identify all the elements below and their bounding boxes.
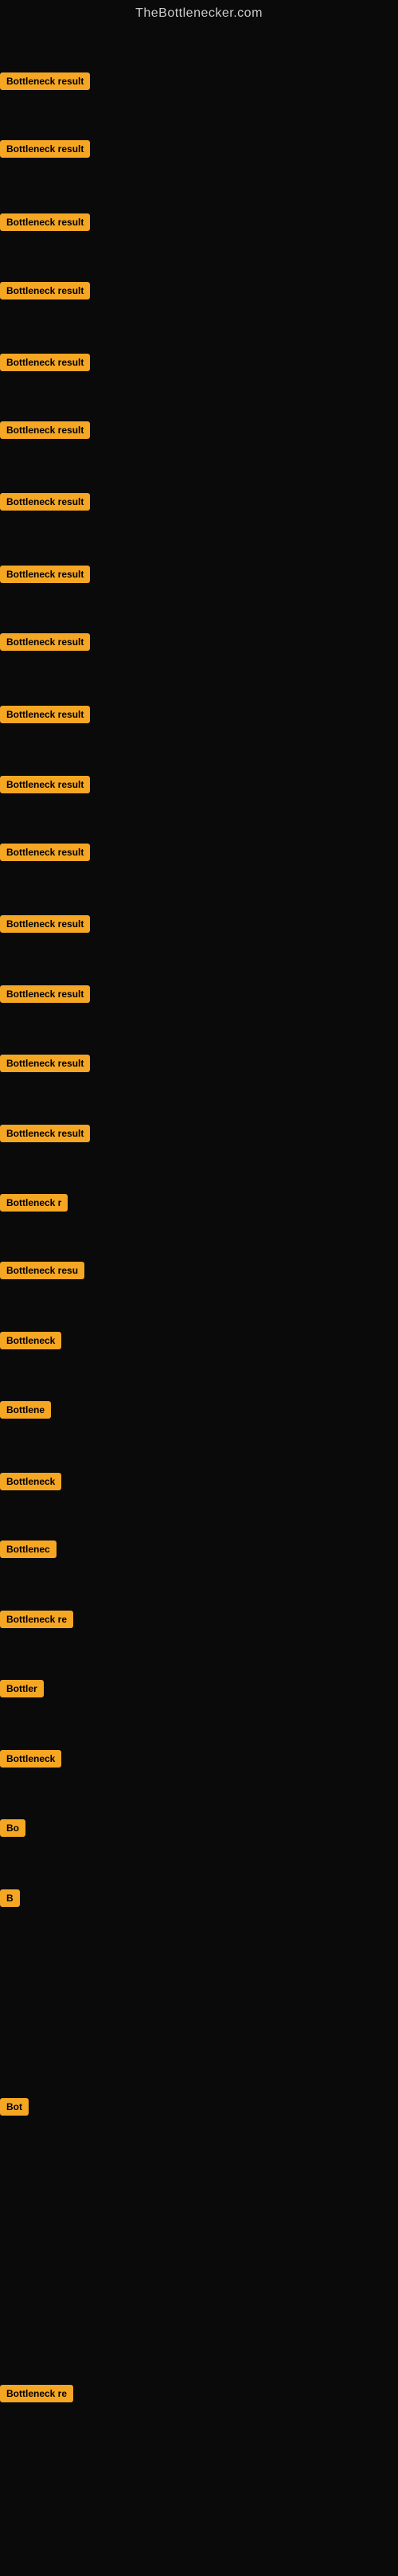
bottleneck-badge: Bottleneck result — [0, 72, 90, 90]
bottleneck-result-item: Bottlene — [0, 1401, 51, 1419]
bottleneck-badge: Bottleneck result — [0, 140, 90, 158]
bottleneck-badge: Bottleneck result — [0, 776, 90, 793]
bottleneck-badge: Bottleneck result — [0, 213, 90, 231]
bottleneck-badge: Bottleneck — [0, 1750, 61, 1768]
site-title: TheBottlenecker.com — [0, 0, 398, 27]
bottleneck-badge: Bottlenec — [0, 1541, 57, 1558]
bottleneck-result-item: Bottleneck result — [0, 985, 90, 1003]
bottleneck-result-item: Bottleneck — [0, 1473, 61, 1490]
bottleneck-result-item: Bo — [0, 1819, 25, 1837]
bottleneck-result-item: Bottler — [0, 1680, 44, 1697]
bottleneck-badge: Bottleneck result — [0, 633, 90, 651]
bottleneck-result-item: Bot — [0, 2098, 29, 2116]
bottleneck-badge: Bottleneck result — [0, 354, 90, 371]
bottleneck-badge: Bottleneck result — [0, 706, 90, 723]
bottleneck-result-item: Bottleneck result — [0, 354, 90, 371]
bottleneck-result-item: Bottleneck result — [0, 633, 90, 651]
bottleneck-badge: Bottleneck re — [0, 2385, 73, 2402]
bottleneck-result-item: Bottleneck result — [0, 1125, 90, 1142]
bottleneck-result-item: Bottleneck result — [0, 421, 90, 439]
bottleneck-result-item: Bottleneck re — [0, 1611, 73, 1628]
bottleneck-badge: Bottler — [0, 1680, 44, 1697]
bottleneck-badge: Bottleneck result — [0, 1125, 90, 1142]
bottleneck-result-item: Bottleneck re — [0, 2385, 73, 2402]
bottleneck-badge: Bottleneck result — [0, 915, 90, 933]
bottleneck-badge: Bottleneck resu — [0, 1262, 84, 1279]
bottleneck-badge: Bo — [0, 1819, 25, 1837]
bottleneck-result-item: Bottleneck result — [0, 776, 90, 793]
bottleneck-result-item: Bottleneck result — [0, 566, 90, 583]
bottleneck-badge: Bottleneck result — [0, 493, 90, 511]
bottleneck-result-item: Bottleneck result — [0, 213, 90, 231]
bottleneck-badge: Bot — [0, 2098, 29, 2116]
bottleneck-result-item: Bottleneck — [0, 1750, 61, 1768]
bottleneck-result-item: Bottleneck result — [0, 140, 90, 158]
bottleneck-badge: Bottleneck — [0, 1332, 61, 1349]
bottleneck-result-item: Bottleneck result — [0, 282, 90, 299]
bottleneck-result-item: Bottleneck result — [0, 72, 90, 90]
bottleneck-badge: Bottleneck result — [0, 566, 90, 583]
bottleneck-result-item: Bottleneck r — [0, 1194, 68, 1212]
bottleneck-result-item: B — [0, 1889, 20, 1907]
bottleneck-result-item: Bottleneck resu — [0, 1262, 84, 1279]
bottleneck-badge: Bottleneck result — [0, 985, 90, 1003]
bottleneck-badge: Bottleneck r — [0, 1194, 68, 1212]
bottleneck-badge: Bottleneck result — [0, 1055, 90, 1072]
bottleneck-badge: Bottleneck re — [0, 1611, 73, 1628]
bottleneck-badge: B — [0, 1889, 20, 1907]
bottleneck-result-item: Bottleneck result — [0, 915, 90, 933]
bottleneck-result-item: Bottleneck result — [0, 1055, 90, 1072]
bottleneck-badge: Bottleneck result — [0, 282, 90, 299]
bottleneck-result-item: Bottleneck — [0, 1332, 61, 1349]
bottleneck-result-item: Bottlenec — [0, 1541, 57, 1558]
bottleneck-result-item: Bottleneck result — [0, 706, 90, 723]
bottleneck-badge: Bottleneck result — [0, 421, 90, 439]
bottleneck-result-item: Bottleneck result — [0, 493, 90, 511]
bottleneck-result-item: Bottleneck result — [0, 844, 90, 861]
bottleneck-badge: Bottlene — [0, 1401, 51, 1419]
bottleneck-badge: Bottleneck — [0, 1473, 61, 1490]
bottleneck-badge: Bottleneck result — [0, 844, 90, 861]
